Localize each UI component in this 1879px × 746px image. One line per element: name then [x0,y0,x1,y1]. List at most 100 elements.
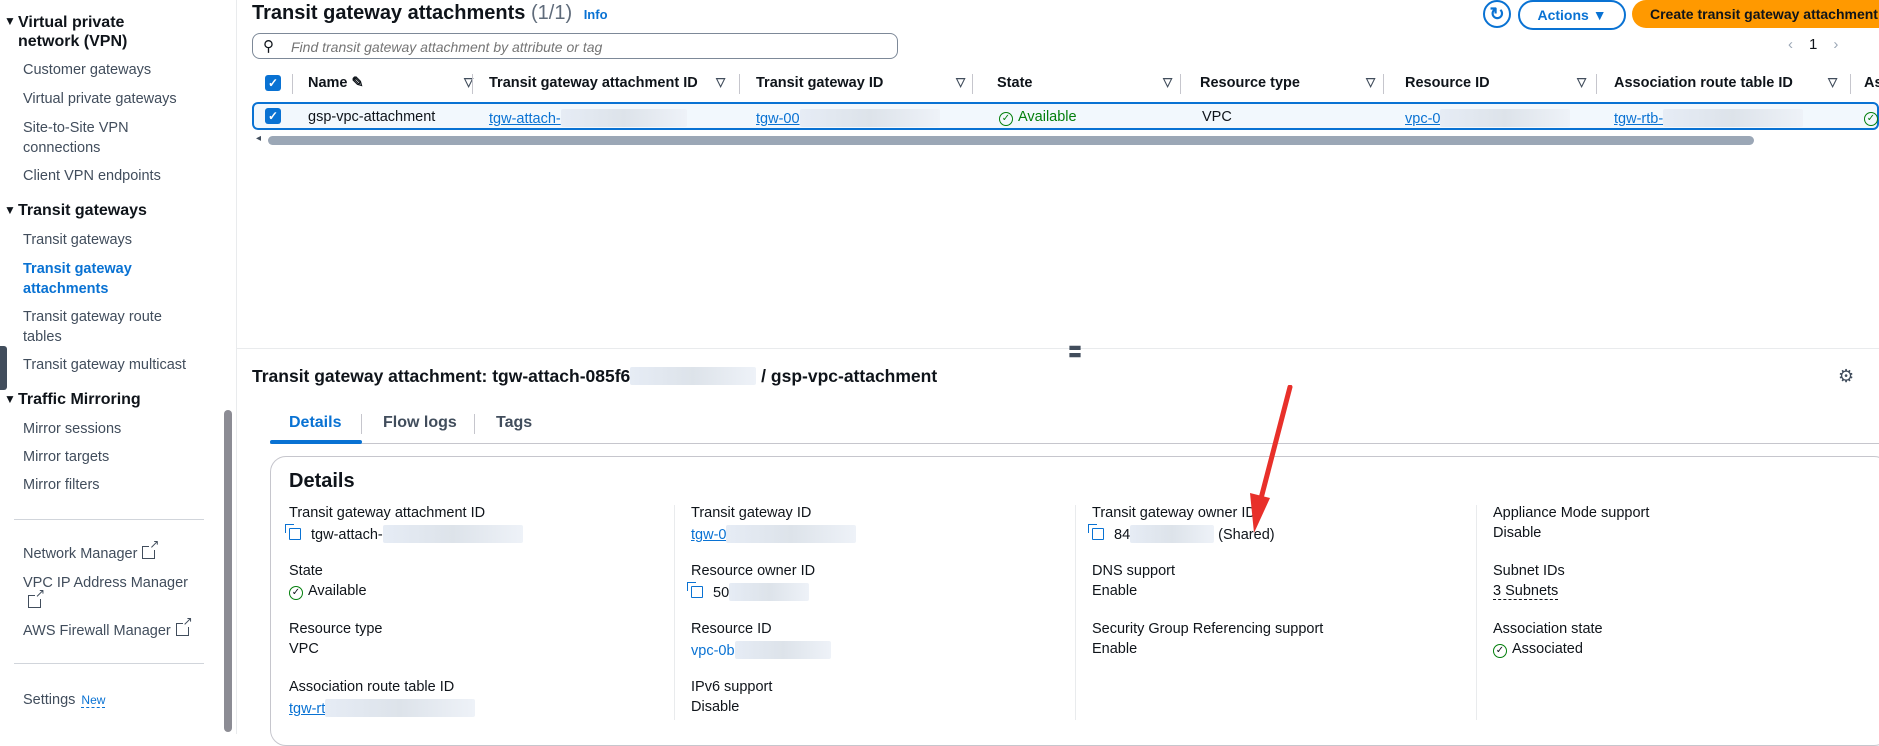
cell-state: ✓ Available [999,109,1077,126]
search-box[interactable]: ⚲ [252,33,898,59]
cell-resource-type: VPC [1202,109,1232,125]
row-checkbox[interactable]: ✓ [265,108,281,124]
nav-section-transit-gateways[interactable]: ▼ Transit gateways [4,202,147,220]
settings-label: Settings [23,692,76,708]
info-link[interactable]: Info [584,7,608,22]
field-tgw-id: Transit gateway ID tgw-0 [691,505,857,543]
success-check-icon: ✓ [289,586,303,600]
split-panel-divider [237,348,1879,349]
sidebar-item-transit-gateway-route-tables[interactable]: Transit gateway route tables [23,307,173,347]
field-ipv6-support: IPv6 support Disable [691,679,773,715]
caret-down-icon: ▼ [1592,7,1607,23]
redacted-block [560,109,687,127]
sidebar-item-mirror-sessions[interactable]: Mirror sessions [23,419,121,439]
search-icon: ⚲ [263,38,274,55]
gear-icon[interactable]: ⚙ [1838,366,1854,387]
copy-icon[interactable] [1088,524,1104,540]
actions-button[interactable]: Actions ▼ [1518,0,1626,30]
page-title: Transit gateway attachments (1/1) Info [252,2,608,25]
pagination: ‹ 1 › [1780,36,1846,53]
tgw-id-link[interactable]: tgw-0 [691,525,857,543]
nav-section-traffic-mirroring[interactable]: ▼ Traffic Mirroring [4,391,141,409]
subnets-popover-trigger[interactable]: 3 Subnets [1493,583,1559,600]
sidebar-link-network-manager[interactable]: Network Manager [23,538,160,564]
sidebar-item-transit-gateway-attachments[interactable]: Transit gateway attachments [23,259,153,299]
table-row[interactable]: ✓ gsp-vpc-attachment tgw-attach- tgw-00 … [252,102,1879,130]
redacted-block [799,109,940,127]
redacted-block [726,525,857,543]
column-header-name[interactable]: Name ✎ ▽ [308,75,473,91]
sidebar: ▼ Virtual private network (VPN) Customer … [0,0,237,734]
field-resource-owner-id: Resource owner ID 50 [687,563,816,601]
cell-attachment-id[interactable]: tgw-attach- [489,109,687,127]
sort-icon[interactable]: ▽ [1577,75,1586,89]
sidebar-collapse-handle[interactable] [0,346,7,390]
sidebar-link-vpc-ipam[interactable]: VPC IP Address Manager [23,573,193,613]
tab-flow-logs[interactable]: Flow logs [383,414,457,432]
copy-icon[interactable] [687,582,703,598]
external-link-icon [142,538,160,559]
column-header-tgw-id[interactable]: Transit gateway ID ▽ [756,75,965,91]
cell-route-table-id[interactable]: tgw-rtb- [1614,109,1804,127]
create-attachment-button[interactable]: Create transit gateway attachment [1632,0,1879,28]
redacted-block [734,641,831,659]
column-header-route-table-id[interactable]: Association route table ID ▽ [1614,75,1837,91]
search-input[interactable] [289,36,883,57]
sidebar-item-site-to-site-vpn[interactable]: Site-to-Site VPN connections [23,118,163,158]
details-card-title: Details [289,470,355,492]
field-attachment-id: Transit gateway attachment ID tgw-attach… [285,505,523,543]
column-header-resource-type[interactable]: Resource type ▽ [1200,75,1375,91]
sidebar-item-settings[interactable]: Settings New [23,690,106,710]
sidebar-item-customer-gateways[interactable]: Customer gateways [23,60,151,80]
nav-section-label: Virtual private network (VPN) [18,14,128,50]
column-header-association[interactable]: As [1864,75,1879,91]
resize-handle-icon[interactable]: 〓 [1068,342,1082,362]
field-sg-referencing: Security Group Referencing support Enabl… [1092,621,1324,657]
current-page[interactable]: 1 [1809,36,1817,53]
collapse-triangle-icon: ▼ [4,14,16,28]
external-link-icon [175,615,193,636]
link-label: Network Manager [23,546,138,562]
sort-icon[interactable]: ▽ [1163,75,1172,89]
copy-icon[interactable] [285,524,301,540]
next-page-icon[interactable]: › [1833,36,1838,53]
field-resource-type: Resource type VPC [289,621,383,657]
cell-association-state: ✓ [1864,109,1879,126]
new-badge: New [81,693,106,708]
select-all-checkbox[interactable]: ✓ [265,75,281,91]
nav-section-vpn[interactable]: ▼ Virtual private network (VPN) [4,13,148,51]
scroll-left-arrow-icon[interactable]: ◂ [256,133,261,144]
column-header-state[interactable]: State ▽ [997,75,1172,91]
sidebar-item-client-vpn-endpoints[interactable]: Client VPN endpoints [23,166,161,186]
column-header-resource-id[interactable]: Resource ID ▽ [1405,75,1586,91]
sort-icon[interactable]: ▽ [1366,75,1375,89]
detail-title: Transit gateway attachment: tgw-attach-0… [252,366,938,386]
redacted-block [382,525,523,543]
sidebar-item-mirror-filters[interactable]: Mirror filters [23,475,100,495]
cell-tgw-id[interactable]: tgw-00 [756,109,940,127]
field-state: State ✓ Available [289,563,367,600]
sidebar-item-transit-gateways[interactable]: Transit gateways [23,230,132,250]
redacted-block [1440,109,1571,127]
sidebar-item-mirror-targets[interactable]: Mirror targets [23,447,109,467]
actions-label: Actions [1537,7,1589,23]
sort-icon[interactable]: ▽ [956,75,965,89]
cell-resource-id[interactable]: vpc-0 [1405,109,1571,127]
sidebar-link-firewall-manager[interactable]: AWS Firewall Manager [23,615,193,641]
tab-details[interactable]: Details [289,414,341,432]
column-header-attachment-id[interactable]: Transit gateway attachment ID ▽ [489,75,725,91]
route-table-link[interactable]: tgw-rt [289,699,476,717]
sidebar-item-transit-gateway-multicast[interactable]: Transit gateway multicast [23,355,186,375]
collapse-triangle-icon: ▼ [4,392,16,406]
redacted-block [325,699,476,717]
table-horizontal-scrollbar[interactable] [268,136,1754,145]
sort-icon[interactable]: ▽ [1828,75,1837,89]
sidebar-scrollbar[interactable] [224,410,232,732]
prev-page-icon[interactable]: ‹ [1788,36,1793,53]
refresh-button[interactable]: ↻ [1483,0,1511,28]
tab-tags[interactable]: Tags [496,414,532,432]
resource-id-link[interactable]: vpc-0b [691,641,831,659]
nav-divider [14,519,204,520]
sidebar-item-virtual-private-gateways[interactable]: Virtual private gateways [23,89,177,109]
sort-icon[interactable]: ▽ [716,75,725,89]
